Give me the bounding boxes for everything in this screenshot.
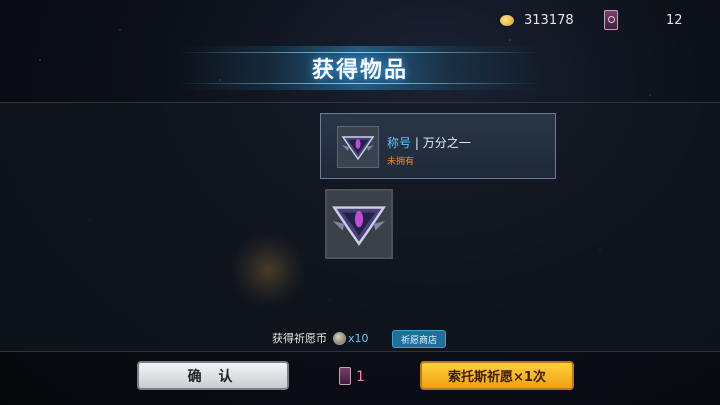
item-detail-card: 称号 | 万分之一 未拥有 [320,113,556,179]
page-title: 获得物品 [311,58,408,83]
title-badge-icon [341,136,375,161]
ticket-cost: 1 [356,369,365,385]
nebula-decoration [230,232,306,308]
title-banner: 获得物品 [180,46,540,90]
coin-counter: 313178 [500,10,574,30]
item-thumbnail [337,126,379,168]
coin-amount: 313178 [524,12,574,28]
ticket-amount: 12 [666,12,683,28]
wish-coin-reward: 获得祈愿币 x10 [272,330,369,346]
reward-quantity: x10 [348,331,369,345]
confirm-button[interactable]: 确 认 [137,361,289,390]
reward-label: 获得祈愿币 [272,332,327,345]
obtained-item-slot[interactable] [325,189,393,259]
wish-ticket-icon [604,10,618,30]
ownership-status: 未拥有 [387,157,415,167]
wish-coin-icon [333,331,346,345]
item-title: 万分之一 [422,136,471,150]
title-badge-icon [332,206,386,246]
wish-ticket-icon [339,367,351,385]
item-name: 称号 | 万分之一 [387,134,471,151]
item-type-label: 称号 [387,136,412,150]
wish-shop-button[interactable]: 祈愿商店 [392,330,447,348]
item-separator: | [411,136,423,150]
wish-once-button[interactable]: 索托斯祈愿×1次 [420,361,574,390]
ticket-counter: 12 [604,10,683,30]
gold-coin-icon [500,14,514,26]
